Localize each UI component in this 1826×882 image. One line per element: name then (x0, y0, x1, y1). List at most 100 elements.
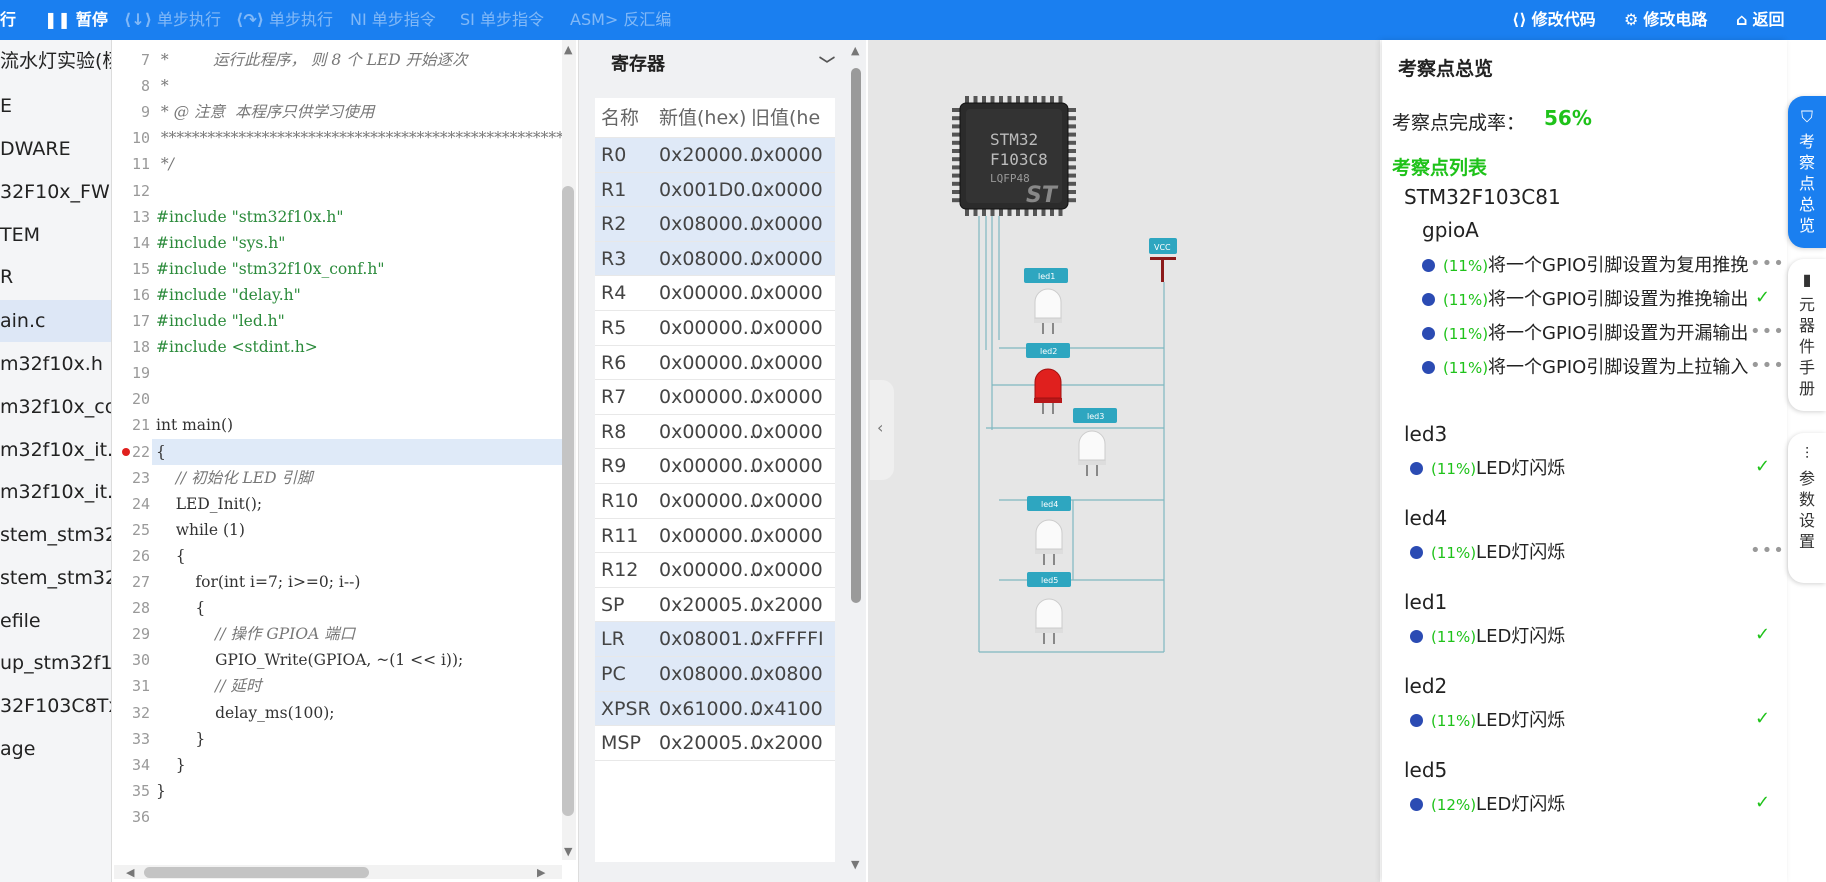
register-row[interactable]: LR 0x08001... 0xFFFFI (595, 622, 835, 657)
side-tab-shield[interactable]: ⛉ 考察点总览 (1788, 96, 1826, 248)
code-line[interactable]: { (156, 439, 166, 465)
register-scroll-down-icon[interactable]: ▼ (851, 858, 859, 871)
code-line[interactable]: #include <stdint.h> (156, 334, 318, 360)
code-line[interactable]: GPIO_Write(GPIOA, ~(1 << i)); (156, 647, 463, 673)
file-tree-item[interactable]: age (0, 728, 111, 770)
register-column-header[interactable]: 名称 (601, 98, 639, 138)
file-tree-item[interactable]: m32f10x_it.h (0, 471, 111, 513)
more-icon[interactable]: ••• (1750, 253, 1785, 274)
side-tab-book[interactable]: ▮ 元器件手册 (1788, 259, 1826, 411)
file-tree-item[interactable]: E (0, 85, 111, 127)
code-line[interactable]: // 初始化 LED 引脚 (156, 465, 313, 491)
checkpoint-item[interactable]: (11%)LED灯闪烁 (1410, 454, 1565, 484)
code-line[interactable]: * 运行此程序， 则 8 个 LED 开始逐次 (156, 47, 468, 73)
code-line[interactable]: * (156, 73, 169, 99)
file-tree-item[interactable]: stem_stm32f (0, 557, 111, 599)
checkpoint-item[interactable]: (12%)LED灯闪烁 (1410, 790, 1565, 820)
edit-circuit-button[interactable]: ⚙ 修改电路 (1624, 0, 1707, 40)
circuit-canvas[interactable]: ‹ STM32 F103C8 LQFP48 ST VCC led1 led2 led… (868, 40, 1380, 882)
code-line[interactable]: while (1) (156, 517, 245, 543)
vcc-node[interactable]: VCC (1149, 238, 1177, 282)
led-led1[interactable]: led1 (1024, 268, 1068, 334)
more-icon[interactable]: ••• (1750, 321, 1785, 342)
register-row[interactable]: R1 0x001D0... 0x0000 (595, 172, 835, 208)
code-line[interactable]: */ (156, 151, 174, 177)
code-line[interactable]: } (156, 726, 205, 752)
file-tree-item[interactable]: up_stm32f10 (0, 642, 111, 684)
code-editor[interactable]: 7 * 运行此程序， 则 8 个 LED 开始逐次 8 * 9 * @ 注意 本程序… (114, 40, 576, 882)
side-tab-sliders[interactable]: ⫶ 参数设置 (1788, 433, 1826, 583)
led-led2[interactable]: led2 (1026, 343, 1070, 414)
checkpoint-item[interactable]: (11%)LED灯闪烁 (1410, 538, 1565, 568)
register-row[interactable]: XPSR 0x61000... 0x4100 (595, 691, 835, 727)
file-tree-item[interactable]: 32F103C8Tx_ (0, 685, 111, 727)
register-row[interactable]: R10 0x00000... 0x0000 (595, 484, 835, 519)
stm32-chip[interactable]: STM32 F103C8 LQFP48 ST (952, 96, 1076, 216)
file-tree-item[interactable]: m32f10x_it.c (0, 429, 111, 471)
file-tree-item[interactable]: DWARE (0, 128, 111, 170)
code-line[interactable]: #include "stm32f10x.h" (156, 204, 344, 230)
checkpoint-item[interactable]: (11%)将一个GPIO引脚设置为推挽输出 (1422, 285, 1748, 315)
editor-horizontal-scroll-thumb[interactable] (144, 867, 369, 878)
register-row[interactable]: R2 0x08000... 0x0000 (595, 207, 835, 242)
edit-code-button[interactable]: ⟨⟩ 修改代码 (1512, 0, 1596, 40)
file-tree-item[interactable]: stem_stm32f (0, 514, 111, 556)
code-line[interactable]: #include "delay.h" (156, 282, 301, 308)
scroll-right-arrow-icon[interactable]: ▶ (537, 866, 545, 879)
code-line[interactable]: #include "led.h" (156, 308, 285, 334)
checkpoint-item[interactable]: (11%)LED灯闪烁 (1410, 706, 1565, 736)
register-scroll-thumb[interactable] (851, 68, 861, 603)
code-line[interactable]: // 延时 (156, 673, 261, 699)
checkpoint-item[interactable]: (11%)将一个GPIO引脚设置为开漏输出 (1422, 319, 1748, 349)
ni-step-button[interactable]: NI 单步指令 (350, 0, 436, 40)
si-step-button[interactable]: SI 单步指令 (460, 0, 544, 40)
register-row[interactable]: R0 0x20000... 0x0000 (595, 138, 835, 173)
register-row[interactable]: R12 0x00000... 0x0000 (595, 553, 835, 588)
asm-button[interactable]: ASM> 反汇编 (570, 0, 671, 40)
led-led4[interactable]: led4 (1027, 496, 1071, 565)
register-row[interactable]: R6 0x00000... 0x0000 (595, 346, 835, 381)
code-line[interactable]: } (156, 752, 186, 778)
register-column-header[interactable]: 旧值(he (751, 98, 820, 138)
code-line[interactable]: delay_ms(100); (156, 700, 334, 726)
file-tree-item[interactable]: m32f10x_con (0, 386, 111, 428)
register-row[interactable]: R11 0x00000... 0x0000 (595, 519, 835, 554)
register-row[interactable]: R8 0x00000... 0x0000 (595, 415, 835, 450)
register-row[interactable]: R3 0x08000... 0x0000 (595, 241, 835, 277)
code-line[interactable]: { (156, 595, 205, 621)
led-led3[interactable]: led3 (1073, 408, 1117, 476)
code-line[interactable]: int main() (156, 412, 233, 438)
code-line[interactable]: } (156, 778, 166, 804)
step-exec-button-2[interactable]: ⟨↷⟩ 单步执行 (236, 0, 333, 40)
run-button[interactable]: 行 (0, 0, 16, 40)
code-line[interactable]: ****************************************… (156, 125, 576, 151)
file-tree-item[interactable]: ain.c (0, 300, 111, 342)
editor-vertical-scroll-thumb[interactable] (562, 186, 574, 816)
register-row[interactable]: R4 0x00000... 0x0000 (595, 276, 835, 311)
checkpoint-item[interactable]: (11%)将一个GPIO引脚设置为上拉输入 (1422, 353, 1748, 383)
more-icon[interactable]: ••• (1750, 540, 1785, 561)
scroll-left-arrow-icon[interactable]: ◀ (126, 866, 134, 879)
file-tree-item[interactable]: 流水灯实验(杨老 (0, 40, 111, 82)
led-led5[interactable]: led5 (1027, 572, 1071, 644)
file-tree-item[interactable]: R (0, 256, 111, 298)
code-line[interactable]: * @ 注意 本程序只供学习使用 (156, 99, 374, 125)
scroll-down-arrow-icon[interactable]: ▼ (564, 845, 572, 858)
register-row[interactable]: SP 0x20005... 0x2000 (595, 588, 835, 623)
scroll-up-arrow-icon[interactable]: ▲ (564, 43, 572, 56)
file-tree-item[interactable]: efile (0, 600, 111, 642)
pause-button[interactable]: ❚❚ 暂停 (44, 0, 108, 40)
checkpoint-item[interactable]: (11%)LED灯闪烁 (1410, 622, 1565, 652)
code-line[interactable]: // 操作 GPIOA 端口 (156, 621, 355, 647)
file-tree-item[interactable]: m32f10x.h (0, 343, 111, 385)
code-line[interactable]: #include "sys.h" (156, 230, 285, 256)
code-line[interactable]: #include "stm32f10x_conf.h" (156, 256, 384, 282)
register-row[interactable]: MSP 0x20005... 0x2000 (595, 726, 835, 761)
register-panel-header[interactable]: 寄存器 ﹀ (579, 40, 851, 90)
register-scroll-up-icon[interactable]: ▲ (851, 44, 859, 57)
checkpoint-item[interactable]: (11%)将一个GPIO引脚设置为复用推挽 (1422, 251, 1748, 281)
register-row[interactable]: R9 0x00000... 0x0000 (595, 449, 835, 484)
code-line[interactable]: { (156, 543, 186, 569)
back-button[interactable]: ⌂ 返回 (1736, 0, 1784, 40)
more-icon[interactable]: ••• (1750, 355, 1785, 376)
